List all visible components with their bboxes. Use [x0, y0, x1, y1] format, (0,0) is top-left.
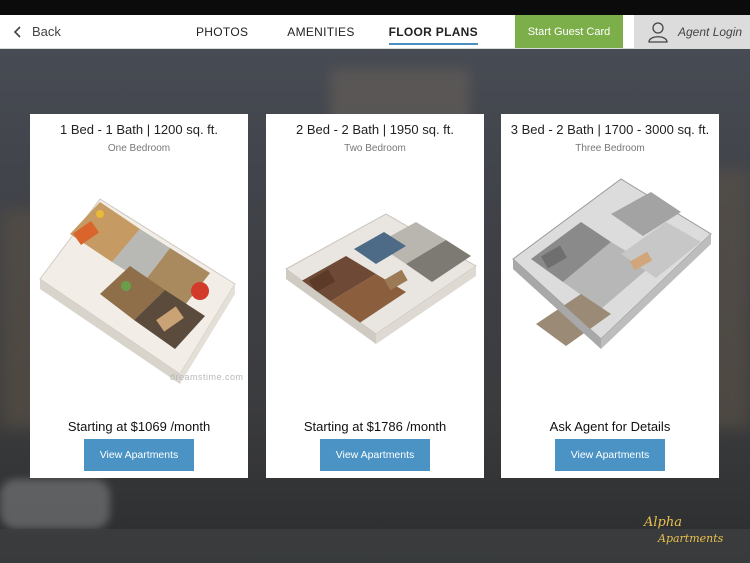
tab-floor-plans[interactable]: FLOOR PLANS	[388, 15, 479, 48]
watermark: dreamstime.com	[170, 372, 244, 382]
view-apartments-button[interactable]: View Apartments	[84, 439, 194, 471]
agent-login-button[interactable]: Agent Login	[634, 15, 750, 48]
floor-plan-image	[39, 198, 236, 384]
logo-line-1: Alpha	[644, 515, 682, 530]
floor-plan-card-two-bedroom: 2 Bed - 2 Bath | 1950 sq. ft. Two Bedroo…	[266, 114, 484, 478]
tab-photos[interactable]: PHOTOS	[196, 15, 248, 48]
card-subtitle: Two Bedroom	[344, 143, 406, 154]
card-title: 2 Bed - 2 Bath | 1950 sq. ft.	[295, 122, 455, 137]
view-apartments-button[interactable]: View Apartments	[555, 439, 665, 471]
card-price: Ask Agent for Details	[549, 419, 671, 434]
user-icon	[648, 21, 668, 43]
start-guest-card-button[interactable]: Start Guest Card	[515, 15, 623, 48]
card-title: 1 Bed - 1 Bath | 1200 sq. ft.	[59, 122, 219, 137]
floor-plan-card-three-bedroom: 3 Bed - 2 Bath | 1700 - 3000 sq. ft. Thr…	[501, 114, 719, 478]
status-bar	[0, 0, 750, 15]
tab-bar: PHOTOS AMENITIES FLOOR PLANS	[188, 15, 479, 48]
floor-plan-card-one-bedroom: 1 Bed - 1 Bath | 1200 sq. ft. One Bedroo…	[30, 114, 248, 478]
floor-plan-image	[512, 178, 712, 349]
back-label: Back	[32, 24, 61, 39]
floor-plan-image	[285, 213, 477, 344]
card-subtitle: Three Bedroom	[575, 143, 645, 154]
top-nav-bar: Back PHOTOS AMENITIES FLOOR PLANS Start …	[0, 15, 750, 49]
card-price: Starting at $1786 /month	[303, 419, 447, 434]
card-subtitle: One Bedroom	[107, 143, 171, 154]
chevron-left-icon	[13, 25, 21, 38]
logo-line-2: Apartments	[658, 532, 724, 545]
card-price: Starting at $1069 /month	[67, 419, 211, 434]
view-apartments-button[interactable]: View Apartments	[320, 439, 430, 471]
card-title: 3 Bed - 2 Bath | 1700 - 3000 sq. ft.	[510, 122, 710, 137]
agent-login-label: Agent Login	[678, 24, 743, 39]
brand-logo: Alpha Apartments	[640, 515, 735, 555]
tab-amenities[interactable]: AMENITIES	[287, 15, 354, 48]
back-button[interactable]: Back	[13, 15, 61, 48]
